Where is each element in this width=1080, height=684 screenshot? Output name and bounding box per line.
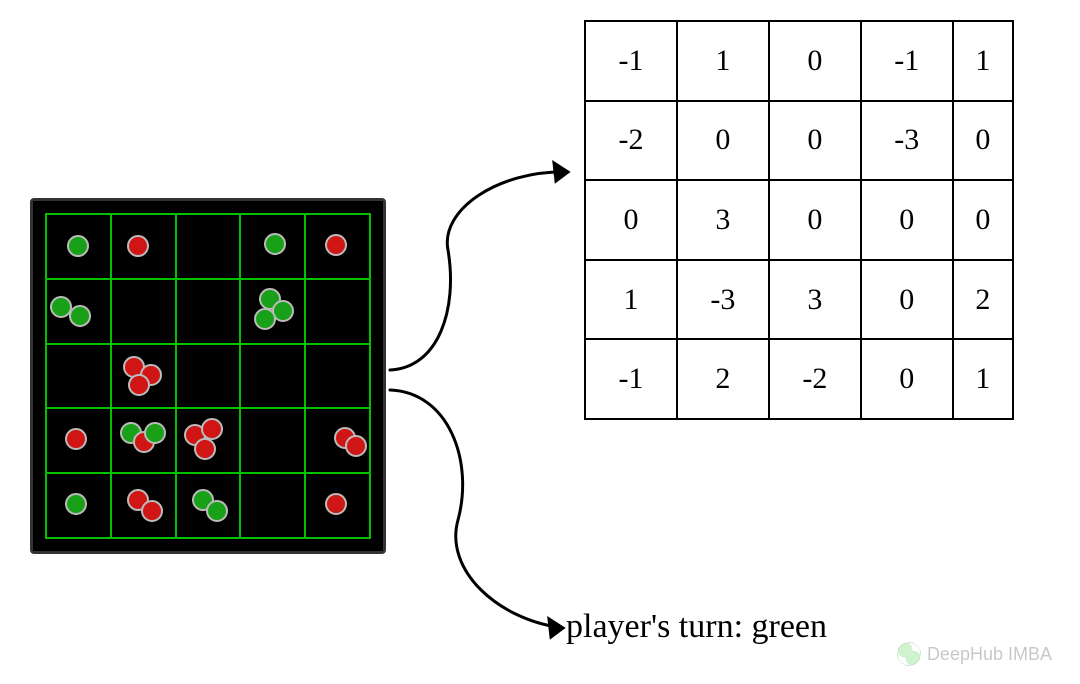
board-cell xyxy=(176,214,241,279)
value-cell: 2 xyxy=(677,339,769,419)
turn-label: player's turn: green xyxy=(566,608,827,646)
red-piece xyxy=(201,418,223,440)
board-cell xyxy=(46,408,111,473)
value-cell: -1 xyxy=(585,21,677,101)
value-cell: 1 xyxy=(585,260,677,340)
value-cell: 1 xyxy=(953,339,1013,419)
value-cell: 0 xyxy=(769,21,861,101)
value-cell: 0 xyxy=(861,180,953,260)
value-cell: 0 xyxy=(585,180,677,260)
value-cell: 1 xyxy=(677,21,769,101)
board-cell xyxy=(240,344,305,409)
green-piece xyxy=(206,500,228,522)
green-piece xyxy=(254,308,276,330)
board-cell xyxy=(111,214,176,279)
board-cell xyxy=(305,408,370,473)
value-cell: -2 xyxy=(769,339,861,419)
board-cell xyxy=(305,214,370,279)
value-cell: -1 xyxy=(861,21,953,101)
red-piece xyxy=(65,428,87,450)
value-cell: 0 xyxy=(769,180,861,260)
diagram: -110-11-200-30030001-3302-12-201 player'… xyxy=(0,0,1080,684)
red-piece xyxy=(345,435,367,457)
red-piece xyxy=(325,493,347,515)
board-grid xyxy=(45,213,371,539)
watermark-text: DeepHub IMBA xyxy=(927,644,1052,665)
board-cell xyxy=(240,279,305,344)
board-cell xyxy=(240,214,305,279)
green-piece xyxy=(264,233,286,255)
board-cell xyxy=(176,473,241,538)
value-cell: 0 xyxy=(677,101,769,181)
value-cell: -1 xyxy=(585,339,677,419)
red-piece xyxy=(325,234,347,256)
green-piece xyxy=(67,235,89,257)
board-cell xyxy=(111,473,176,538)
board-cell xyxy=(111,408,176,473)
value-grid: -110-11-200-30030001-3302-12-201 xyxy=(584,20,1014,420)
value-cell: 2 xyxy=(953,260,1013,340)
value-cell: -2 xyxy=(585,101,677,181)
board-cell xyxy=(46,214,111,279)
value-cell: 3 xyxy=(677,180,769,260)
value-cell: 0 xyxy=(861,339,953,419)
board-cell xyxy=(46,279,111,344)
value-cell: 0 xyxy=(953,101,1013,181)
board-cell xyxy=(240,473,305,538)
board-cell xyxy=(176,408,241,473)
red-piece xyxy=(128,374,150,396)
value-cell: -3 xyxy=(861,101,953,181)
board-cell xyxy=(240,408,305,473)
value-cell: 0 xyxy=(769,101,861,181)
game-board xyxy=(30,198,386,554)
value-cell: -3 xyxy=(677,260,769,340)
value-cell: 1 xyxy=(953,21,1013,101)
red-piece xyxy=(127,235,149,257)
red-piece xyxy=(141,500,163,522)
green-piece xyxy=(144,422,166,444)
red-piece xyxy=(194,438,216,460)
green-piece xyxy=(69,305,91,327)
board-cell xyxy=(305,473,370,538)
board-cell xyxy=(305,279,370,344)
board-cell xyxy=(46,473,111,538)
value-cell: 0 xyxy=(861,260,953,340)
board-cell xyxy=(46,344,111,409)
value-cell: 0 xyxy=(953,180,1013,260)
board-cell xyxy=(111,344,176,409)
mapping-arrows xyxy=(378,130,588,650)
board-cell xyxy=(176,344,241,409)
watermark: DeepHub IMBA xyxy=(897,642,1052,666)
board-cell xyxy=(176,279,241,344)
wechat-icon xyxy=(897,642,921,666)
board-cell xyxy=(111,279,176,344)
board-cell xyxy=(305,344,370,409)
value-cell: 3 xyxy=(769,260,861,340)
green-piece xyxy=(65,493,87,515)
